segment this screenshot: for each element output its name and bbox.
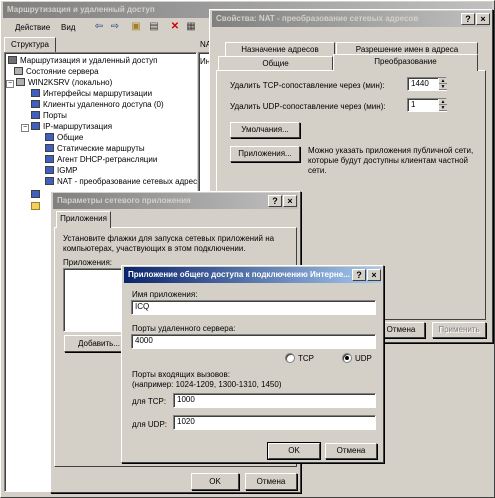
policy-icon [31,190,40,198]
shared-app-titlebar[interactable]: Приложение общего доступа к подключению … [124,267,381,283]
dhcp-relay-icon [45,155,54,163]
tab-translation[interactable]: Преобразование [333,54,478,71]
tree-item-clients[interactable]: Клиенты удаленного доступа (0) [31,99,164,110]
nat-icon [45,177,54,185]
help-button[interactable]: ? [268,195,282,207]
tcp-mapping-label: Удалить TCP-сопоставление через (мин): [230,81,385,90]
console-tree-icon[interactable]: ▤ [147,20,161,33]
remote-ports-input[interactable]: 4000 [131,334,376,349]
tcp-radio-label[interactable]: TCP [298,354,314,363]
tree-item-partial-1[interactable] [31,189,43,200]
tree-item-general[interactable]: Общие [45,132,83,143]
app-name-input[interactable]: ICQ [131,300,376,315]
tree-item-interfaces[interactable]: Интерфейсы маршрутизации [31,88,152,99]
applications-description: Можно указать приложения публичной сети,… [308,146,474,175]
tree-item-ports[interactable]: Порты [31,110,67,121]
tree-item-ip-routing[interactable]: − IP-маршрутизация [21,121,112,132]
ip-routing-icon [31,122,40,130]
tab-general[interactable]: Общие [218,56,333,70]
nat-cancel-button[interactable]: Отмена [377,322,425,338]
collapse-icon[interactable]: − [6,80,14,88]
nat-properties-title: Свойства: NAT - преобразование сетевых а… [216,14,419,23]
forward-icon[interactable]: ⇨ [108,20,122,33]
tab-address-assignment[interactable]: Назначение адресов [225,42,335,56]
spin-down-icon[interactable]: ▼ [439,105,447,111]
up-folder-icon[interactable]: ▣ [129,20,143,33]
properties-icon[interactable]: ▦ [184,20,198,33]
folder-icon [31,202,40,210]
app-name-label: Имя приложения: [132,290,198,299]
udp-radio-label[interactable]: UDP [355,354,372,363]
for-udp-label: для UDP: [132,420,168,429]
tab-applications[interactable]: Приложения [56,211,111,228]
interfaces-icon [31,89,40,97]
tcp-radio[interactable] [285,353,295,363]
back-icon[interactable]: ⇦ [92,20,106,33]
close-button[interactable]: × [283,195,297,207]
applications-list-label: Приложения: [63,258,113,267]
general-icon [45,133,54,141]
incoming-ports-example: (например: 1024-1209, 1300-1310, 1450) [132,380,282,389]
clients-icon [31,100,40,108]
for-udp-input[interactable]: 1020 [173,415,376,430]
defaults-button[interactable]: Умолчания... [230,122,300,138]
shared-app-dialog: Приложение общего доступа к подключению … [121,265,384,463]
collapse-icon[interactable]: − [21,124,29,132]
tree-item-server[interactable]: − WIN2KSRV (локально) [6,77,112,88]
menu-view[interactable]: Вид [61,23,75,32]
tree-item-server-status[interactable]: Состояние сервера [14,66,99,77]
server-icon [16,78,25,86]
tree-item-igmp[interactable]: IGMP [45,165,77,176]
igmp-icon [45,166,54,174]
tcp-mapping-spinner[interactable]: ▲ ▼ [438,78,447,90]
tree-item-dhcp-relay[interactable]: Агент DHCP-ретрансляции [45,154,157,165]
tree-item-partial-2[interactable] [31,201,43,212]
close-button[interactable]: × [476,13,490,25]
tree-item-static-routes[interactable]: Статические маршруты [45,143,145,154]
shared-app-ok-button[interactable]: OK [267,442,321,460]
incoming-ports-label: Порты входящих вызовов: [132,370,230,379]
help-button[interactable]: ? [352,269,366,281]
remote-ports-label: Порты удаленного сервера: [132,324,236,333]
app-params-description: Установите флажки для запуска сетевых пр… [63,234,275,253]
udp-mapping-label: Удалить UDP-сопоставление через (мин): [230,102,386,111]
server-icon [14,67,23,75]
routing-icon [8,56,17,64]
for-tcp-label: для TCP: [132,397,167,406]
app-params-titlebar[interactable]: Параметры сетевого приложения [53,193,298,209]
spin-down-icon[interactable]: ▼ [439,84,447,90]
nat-apply-button[interactable]: Применить [432,322,486,338]
app-params-title: Параметры сетевого приложения [57,196,191,205]
shared-app-cancel-button[interactable]: Отмена [325,443,377,459]
help-button[interactable]: ? [461,13,475,25]
shared-app-title: Приложение общего доступа к подключению … [128,270,350,279]
menu-action[interactable]: Действие [15,23,50,32]
close-button[interactable]: × [367,269,381,281]
applications-button[interactable]: Приложения... [230,146,300,162]
main-window-title: Маршрутизация и удаленный доступ [7,5,155,14]
static-routes-icon [45,144,54,152]
udp-mapping-spinner[interactable]: ▲ ▼ [438,99,447,111]
udp-radio[interactable] [342,353,352,363]
for-tcp-input[interactable]: 1000 [173,393,376,408]
tab-structure[interactable]: Структура [4,37,56,52]
delete-icon[interactable]: ✕ [168,20,182,33]
tree-item-root[interactable]: Маршрутизация и удаленный доступ [8,55,157,66]
ports-icon [31,111,40,119]
tree-item-nat[interactable]: NAT - преобразование сетевых адрес [45,176,197,187]
app-params-ok-button[interactable]: OK [191,473,239,490]
app-params-cancel-button[interactable]: Отмена [245,473,297,490]
nat-properties-titlebar[interactable]: Свойства: NAT - преобразование сетевых а… [212,11,490,27]
